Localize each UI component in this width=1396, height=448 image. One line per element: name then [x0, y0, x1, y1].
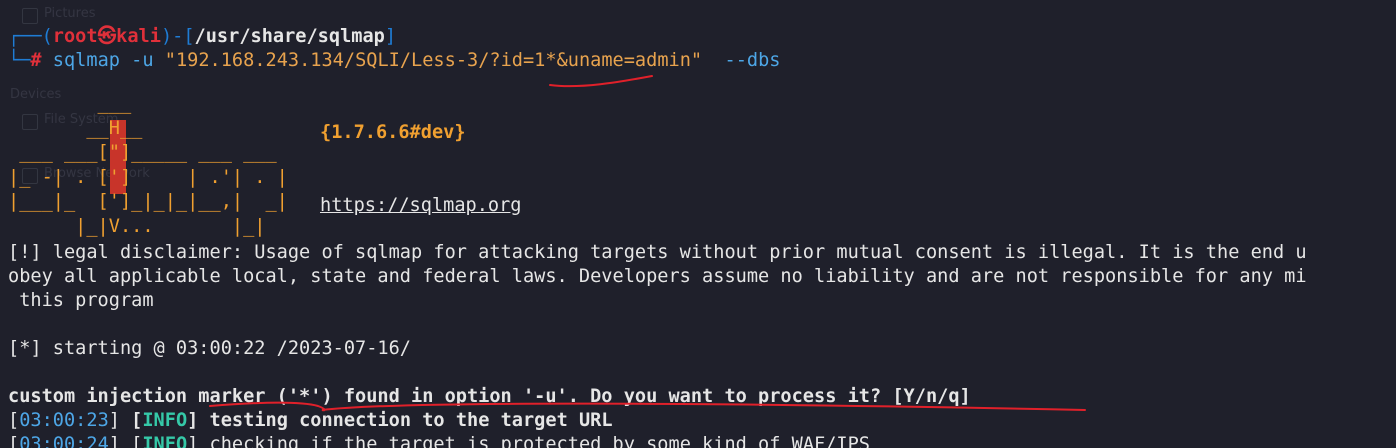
command-target-url: "192.168.243.134/SQLI/Less-3/?id=1*&unam… [164, 50, 703, 71]
log-message: testing connection to the target URL [209, 410, 613, 431]
log-line: [03:00:24] [INFO] checking if the target… [8, 433, 870, 448]
prompt-path: /usr/share/sqlmap [194, 26, 385, 47]
banner-art-line: ___ ___["]_____ ___ ___ [8, 142, 300, 163]
log-message: checking if the target is protected by s… [209, 434, 870, 448]
log-level-info: INFO [142, 410, 188, 431]
banner-art-line: |_|V... |_| [8, 215, 288, 237]
log-timestamp: 03:00:23 [19, 410, 109, 431]
prompt-frame-close: ] [384, 26, 397, 47]
terminal-window[interactable]: Pictures Devices File System Browse Netw… [0, 0, 1396, 448]
banner-art-line: __H__ [8, 117, 143, 139]
prompt-frame: ┌──( [8, 26, 53, 47]
log-line: [03:00:23] [INFO] testing connection to … [8, 410, 613, 431]
prompt-hash: # [30, 50, 42, 71]
prompt-host: kali [116, 26, 161, 47]
sqlmap-ascii-logo: ___ __H__ ___ ___["]_____ ___ ___ |_ -| … [8, 92, 299, 239]
sqlmap-site-link[interactable]: https://sqlmap.org [320, 194, 522, 218]
command-line[interactable]: └─# sqlmap -u "192.168.243.134/SQLI/Less… [8, 49, 780, 73]
log-timestamp: 03:00:24 [19, 434, 109, 448]
sqlmap-version: {1.7.6.6#dev} [320, 122, 466, 143]
prompt-line: ┌──(root㉿kali)-[/usr/share/sqlmap] [8, 25, 396, 49]
banner-art-line: |___|_ [']_|_|_|__,| _| [8, 191, 288, 212]
disclaimer-line: obey all applicable local, state and fed… [8, 266, 1307, 287]
prompt-corner: └─ [8, 50, 31, 71]
marker-question-line: custom injection marker ('*') found in o… [8, 386, 971, 407]
banner-art-line: ___ [8, 93, 132, 114]
starting-line: [*] starting @ 03:00:22 /2023-07-16/ [8, 338, 411, 359]
command-name: sqlmap [52, 50, 120, 71]
log-level-info: INFO [142, 434, 188, 448]
disclaimer-line: this program [8, 290, 154, 311]
folder-icon [22, 8, 38, 24]
prompt-user: root [52, 26, 98, 47]
site-link-text[interactable]: https://sqlmap.org [320, 195, 522, 216]
annotation-underline-url [549, 75, 653, 88]
command-flag-dbs: --dbs [724, 50, 781, 71]
banner-art-line: |_ -| . ['] | .'| . | [8, 166, 288, 188]
ghost-sidebar-item: Pictures [44, 6, 96, 21]
prompt-frame-mid: )-[ [160, 26, 195, 47]
prompt-at-icon: ㉿ [97, 26, 117, 47]
disclaimer-line: [!] legal disclaimer: Usage of sqlmap fo… [8, 242, 1307, 263]
command-flag-u: -u [131, 50, 154, 71]
